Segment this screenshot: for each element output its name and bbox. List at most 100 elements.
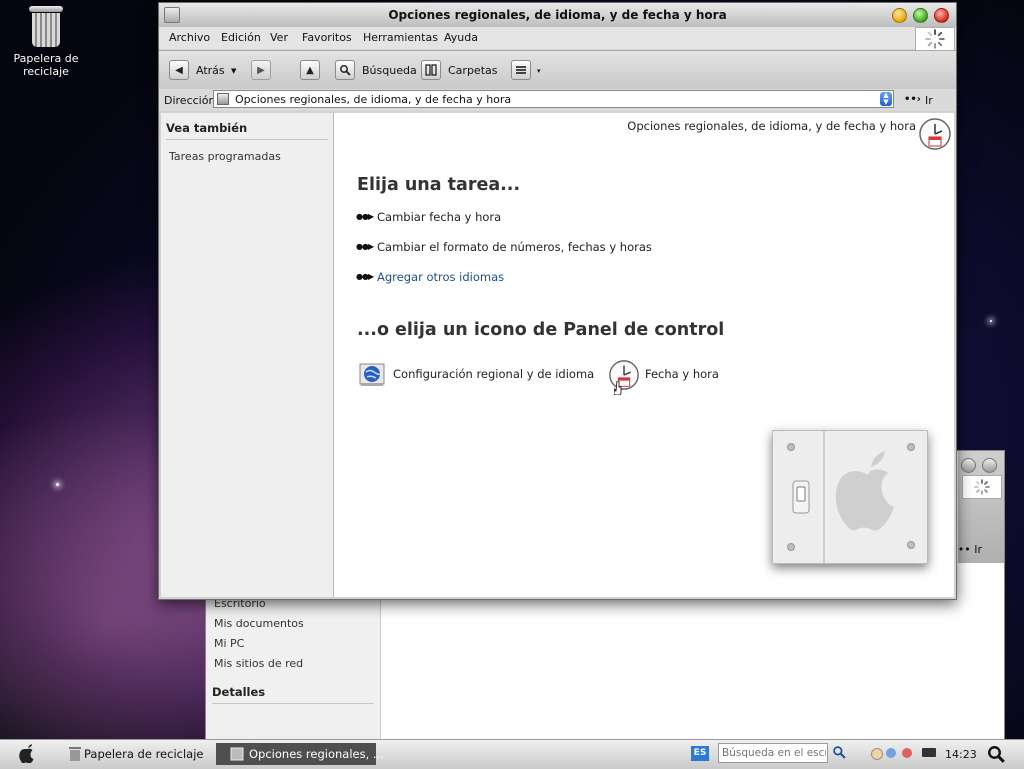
arrow-left-icon: ◀	[175, 64, 183, 76]
maximize-button[interactable]	[913, 8, 928, 23]
menu-ver[interactable]: Ver	[270, 31, 288, 44]
views-dropdown-icon[interactable]: ▾	[537, 67, 541, 75]
desktop-search-input[interactable]	[722, 745, 826, 761]
trash-icon	[69, 747, 81, 761]
title-bar[interactable]: Opciones regionales, de idioma, y de fec…	[159, 3, 956, 27]
search-button[interactable]	[335, 60, 355, 80]
minimize-button[interactable]	[892, 8, 907, 23]
menu-herramientas[interactable]: Herramientas	[363, 31, 438, 44]
globe-flag-icon	[359, 363, 385, 386]
arrow-bullet-icon: ●●▶	[356, 212, 374, 221]
apple-logo-icon	[835, 451, 894, 531]
back-button[interactable]: ◀	[169, 60, 189, 80]
language-indicator[interactable]: ES	[691, 746, 709, 761]
toggle-switch-icon[interactable]	[791, 477, 811, 517]
task-label[interactable]: Cambiar fecha y hora	[377, 210, 501, 224]
taskbar-task-label: Papelera de reciclaje	[84, 747, 204, 761]
menu-bar: Archivo Edición Ver Favoritos Herramient…	[159, 27, 956, 49]
taskbar-control-panel[interactable]: Opciones regionales, ...	[216, 743, 384, 765]
menu-archivo[interactable]: Archivo	[169, 31, 210, 44]
address-field[interactable]: Opciones regionales, de idioma, y de fec…	[213, 90, 894, 108]
arrow-bullet-icon: ●●▶	[356, 272, 374, 281]
search-icon[interactable]	[832, 745, 846, 759]
recycle-bin-desktop-icon[interactable]: Papelera de reciclaje	[10, 4, 82, 78]
menu-favoritos[interactable]: Favoritos	[302, 31, 352, 44]
views-button[interactable]	[511, 60, 531, 80]
link-mis-documentos[interactable]: Mis documentos	[214, 617, 304, 630]
star	[56, 483, 59, 486]
hand-cursor-icon	[614, 381, 622, 395]
screw-icon	[907, 443, 915, 451]
sidebar: Vea también Tareas programadas	[161, 113, 334, 597]
menu-ayuda[interactable]: Ayuda	[444, 31, 478, 44]
tray-shield-icon[interactable]	[902, 748, 912, 758]
close-button[interactable]	[934, 8, 949, 23]
tray-battery-icon[interactable]	[922, 748, 936, 757]
address-value: Opciones regionales, de idioma, y de fec…	[235, 93, 512, 106]
address-label: Dirección	[164, 94, 216, 107]
go-button[interactable]: Ir	[925, 94, 933, 107]
search-icon	[340, 65, 351, 76]
window-title: Opciones regionales, de idioma, y de fec…	[388, 8, 727, 22]
desktop-search-field[interactable]	[718, 743, 828, 763]
see-also-heading: Vea también	[166, 121, 248, 135]
switch-divider	[823, 431, 825, 563]
screw-icon	[787, 543, 795, 551]
control-panel-icon	[230, 747, 244, 761]
category-title: Opciones regionales, de idioma, y de fec…	[627, 119, 916, 133]
toolbar: ◀ Atrás ▼ ▶ ▲ Búsqueda Carpetas ▾	[159, 50, 956, 90]
folders-button[interactable]	[421, 60, 441, 80]
star	[990, 320, 992, 322]
address-bar: Dirección Opciones regionales, de idioma…	[159, 89, 956, 111]
task-label[interactable]: Cambiar el formato de números, fechas y …	[377, 240, 652, 254]
background-go-button[interactable]: •• Ir	[958, 543, 982, 556]
folders-label[interactable]: Carpetas	[448, 64, 497, 77]
cpl-label[interactable]: Fecha y hora	[645, 367, 719, 381]
date-time-icon	[919, 118, 951, 150]
task-heading: Elija una tarea...	[357, 175, 521, 195]
clock[interactable]: 14:23	[945, 748, 977, 761]
screw-icon	[907, 541, 915, 549]
views-icon	[516, 66, 526, 74]
clock-calendar-icon	[609, 360, 639, 390]
trash-icon	[29, 4, 63, 48]
arrow-bullet-icon: ●●▶	[356, 242, 374, 251]
taskbar: Papelera de reciclaje Opciones regionale…	[0, 739, 1024, 769]
address-dropdown-button[interactable]: ▲ ▼	[880, 92, 892, 106]
search-label[interactable]: Búsqueda	[362, 64, 417, 77]
go-arrow-icon[interactable]: ••›	[904, 94, 921, 105]
spinner-icon	[974, 479, 990, 495]
throbber	[915, 27, 955, 51]
folders-icon	[425, 64, 437, 76]
menu-edicion[interactable]: Edición	[221, 31, 261, 44]
tray-network-icon[interactable]	[871, 748, 883, 760]
spinner-icon	[925, 29, 945, 49]
arrow-right-icon: ▶	[257, 64, 265, 76]
taskbar-recycle-bin[interactable]: Papelera de reciclaje	[64, 743, 214, 765]
icons-heading: ...o elija un icono de Panel de control	[357, 320, 725, 340]
task-label[interactable]: Agregar otros idiomas	[377, 270, 504, 284]
screw-icon	[787, 443, 795, 451]
back-dropdown-icon[interactable]: ▼	[231, 67, 236, 75]
tray-search-icon[interactable]	[886, 748, 896, 758]
taskbar-task-label: Opciones regionales, ...	[249, 747, 384, 761]
spotlight-search-icon[interactable]	[987, 745, 1005, 763]
back-label[interactable]: Atrás	[196, 64, 225, 77]
cpl-label[interactable]: Configuración regional y de idioma	[393, 367, 594, 381]
control-panel-icon	[217, 93, 229, 105]
up-button[interactable]: ▲	[300, 60, 320, 80]
forward-button[interactable]: ▶	[251, 60, 271, 80]
arrow-up-icon: ▲	[306, 64, 314, 76]
sidebar-divider	[166, 139, 328, 140]
details-divider	[212, 703, 374, 704]
apple-switch-widget[interactable]	[772, 430, 928, 564]
link-mis-sitios-de-red[interactable]: Mis sitios de red	[214, 657, 303, 670]
background-minimize-button[interactable]	[961, 458, 976, 473]
background-throbber	[962, 475, 1002, 499]
details-heading: Detalles	[212, 685, 266, 699]
background-zoom-button[interactable]	[982, 458, 997, 473]
link-scheduled-tasks[interactable]: Tareas programadas	[169, 150, 281, 163]
recycle-bin-label: Papelera de reciclaje	[13, 52, 79, 78]
apple-menu-icon[interactable]	[19, 743, 36, 763]
link-mi-pc[interactable]: Mi PC	[214, 637, 244, 650]
